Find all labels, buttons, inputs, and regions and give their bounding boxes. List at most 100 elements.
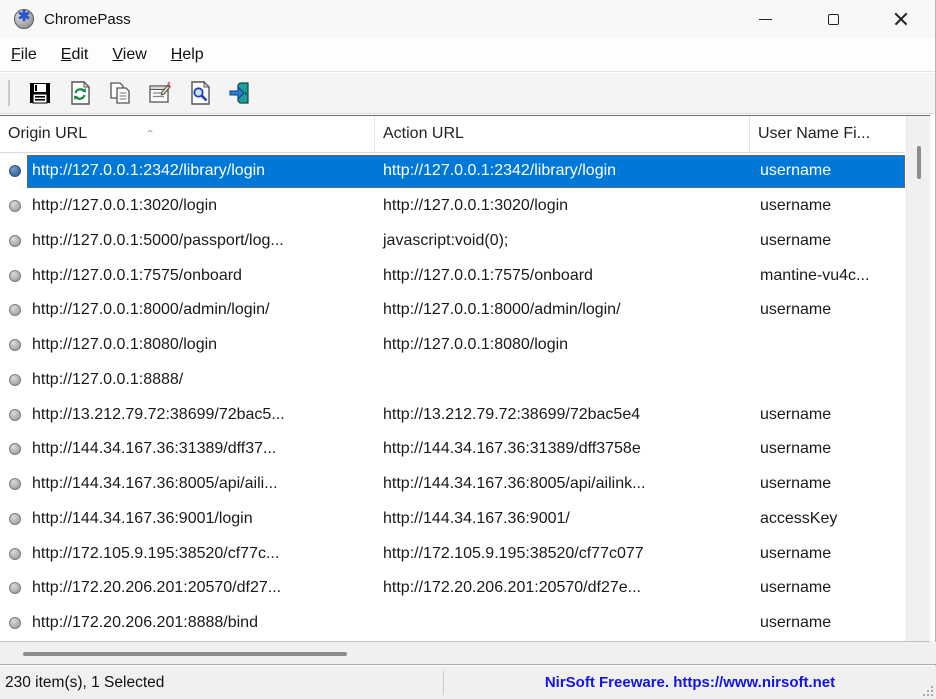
table-row[interactable]: http://13.212.79.72:38699/72bac5...http:… [0,397,905,432]
maximize-button[interactable] [799,0,867,38]
properties-icon: 1 [147,80,173,106]
password-entry-icon [9,513,21,525]
cell-action: http://144.34.167.36:31389/dff3758e [375,440,750,458]
refresh-icon [67,80,93,106]
chromepass-window: ✱ ChromePass File Edit View Help [0,0,936,699]
properties-button[interactable]: 1 [140,76,180,110]
password-entry-icon [9,409,21,421]
maximize-icon [828,14,839,25]
cell-origin: http://13.212.79.72:38699/72bac5... [27,406,375,424]
cell-origin: http://127.0.0.1:2342/library/login [27,162,375,180]
resize-grip[interactable] [921,684,933,696]
list-header: Origin URL ⌃ Action URL User Name Fi... [0,116,905,153]
save-button[interactable] [20,76,60,110]
close-icon [894,12,908,26]
password-entry-icon [9,235,21,247]
toolbar: 1 [0,73,935,114]
cell-user: accessKey [750,510,905,528]
cell-action: http://127.0.0.1:8080/login [375,336,750,354]
table-row[interactable]: http://127.0.0.1:2342/library/loginhttp:… [0,154,905,189]
cell-user: username [750,545,905,563]
menu-view[interactable]: View [103,43,155,67]
table-row[interactable]: http://172.105.9.195:38520/cf77c...http:… [0,536,905,571]
table-row[interactable]: http://144.34.167.36:9001/loginhttp://14… [0,502,905,537]
password-entry-icon [9,200,21,212]
find-button[interactable] [180,76,220,110]
table-row[interactable]: http://127.0.0.1:3020/loginhttp://127.0.… [0,189,905,224]
minimize-icon [759,19,772,20]
password-entry-icon [9,374,21,386]
table-row[interactable]: http://144.34.167.36:31389/dff37...http:… [0,432,905,467]
menu-help[interactable]: Help [162,43,213,67]
cell-user: username [750,162,905,180]
vertical-scrollbar[interactable] [906,116,930,641]
cell-action: http://144.34.167.36:9001/ [375,510,750,528]
cell-user: mantine-vu4c... [750,267,905,285]
menu-edit[interactable]: Edit [52,43,98,67]
table-row[interactable]: http://127.0.0.1:8080/loginhttp://127.0.… [0,328,905,363]
save-icon [27,80,53,106]
cell-user: username [750,197,905,215]
table-row[interactable]: http://172.20.206.201:20570/df27...http:… [0,571,905,606]
cell-origin: http://127.0.0.1:5000/passport/log... [27,232,375,250]
cell-origin: http://172.20.206.201:20570/df27... [27,579,375,597]
column-header-label: Origin URL [8,125,87,143]
cell-action: http://13.212.79.72:38699/72bac5e4 [375,406,750,424]
cell-user: username [750,475,905,493]
titlebar: ✱ ChromePass [0,0,935,38]
horizontal-scrollbar-thumb[interactable] [23,652,347,656]
window-title: ChromePass [44,11,131,28]
vertical-scrollbar-thumb[interactable] [917,146,921,179]
password-entry-icon [9,270,21,282]
cell-origin: http://127.0.0.1:3020/login [27,197,375,215]
cell-origin: http://144.34.167.36:31389/dff37... [27,440,375,458]
menu-file[interactable]: File [2,43,46,67]
cell-user: username [750,579,905,597]
password-list: Origin URL ⌃ Action URL User Name Fi... … [0,115,930,642]
password-entry-icon [9,304,21,316]
table-rows: http://127.0.0.1:2342/library/loginhttp:… [0,154,905,642]
window-controls [731,0,935,38]
minimize-button[interactable] [731,0,799,38]
cell-origin: http://127.0.0.1:7575/onboard [27,267,375,285]
column-header-origin-url[interactable]: Origin URL ⌃ [0,116,375,152]
table-row[interactable]: http://144.34.167.36:8005/api/aili...htt… [0,467,905,502]
exit-button[interactable] [220,76,260,110]
cell-action: http://144.34.167.36:8005/api/ailink... [375,475,750,493]
sort-ascending-icon: ⌃ [145,128,155,139]
password-entry-icon [9,165,21,177]
column-header-label: Action URL [383,125,464,143]
refresh-button[interactable] [60,76,100,110]
statusbar: 230 item(s), 1 Selected NirSoft Freeware… [0,666,936,699]
nirsoft-link[interactable]: NirSoft Freeware. https://www.nirsoft.ne… [444,674,936,691]
cell-action: http://127.0.0.1:3020/login [375,197,750,215]
cell-user: username [750,440,905,458]
password-entry-icon [9,478,21,490]
find-icon [187,80,213,106]
password-entry-icon [9,548,21,560]
password-entry-icon [9,339,21,351]
table-row[interactable]: http://127.0.0.1:8000/admin/login/http:/… [0,293,905,328]
cell-origin: http://172.20.206.201:8888/bind [27,614,375,632]
cell-action: http://127.0.0.1:7575/onboard [375,267,750,285]
table-row[interactable]: http://127.0.0.1:5000/passport/log...jav… [0,224,905,259]
table-row[interactable]: http://127.0.0.1:7575/onboardhttp://127.… [0,258,905,293]
menubar: File Edit View Help [0,38,935,72]
column-header-action-url[interactable]: Action URL [375,116,750,152]
copy-icon [107,80,133,106]
column-header-user-name-field[interactable]: User Name Fi... [750,116,905,152]
cell-origin: http://144.34.167.36:8005/api/aili... [27,475,375,493]
close-button[interactable] [867,0,935,38]
cell-action: http://172.105.9.195:38520/cf77c077 [375,545,750,563]
table-row[interactable]: http://172.20.206.201:8888/bind username [0,606,905,641]
copy-button[interactable] [100,76,140,110]
table-row[interactable]: http://127.0.0.1:8888/ [0,363,905,398]
cell-origin: http://144.34.167.36:9001/login [27,510,375,528]
cell-action: http://127.0.0.1:8000/admin/login/ [375,301,750,319]
cell-origin: http://172.105.9.195:38520/cf77c... [27,545,375,563]
cell-user: username [750,301,905,319]
cell-user: username [750,232,905,250]
horizontal-scrollbar[interactable] [0,642,936,665]
cell-user: username [750,614,905,632]
cell-origin: http://127.0.0.1:8080/login [27,336,375,354]
